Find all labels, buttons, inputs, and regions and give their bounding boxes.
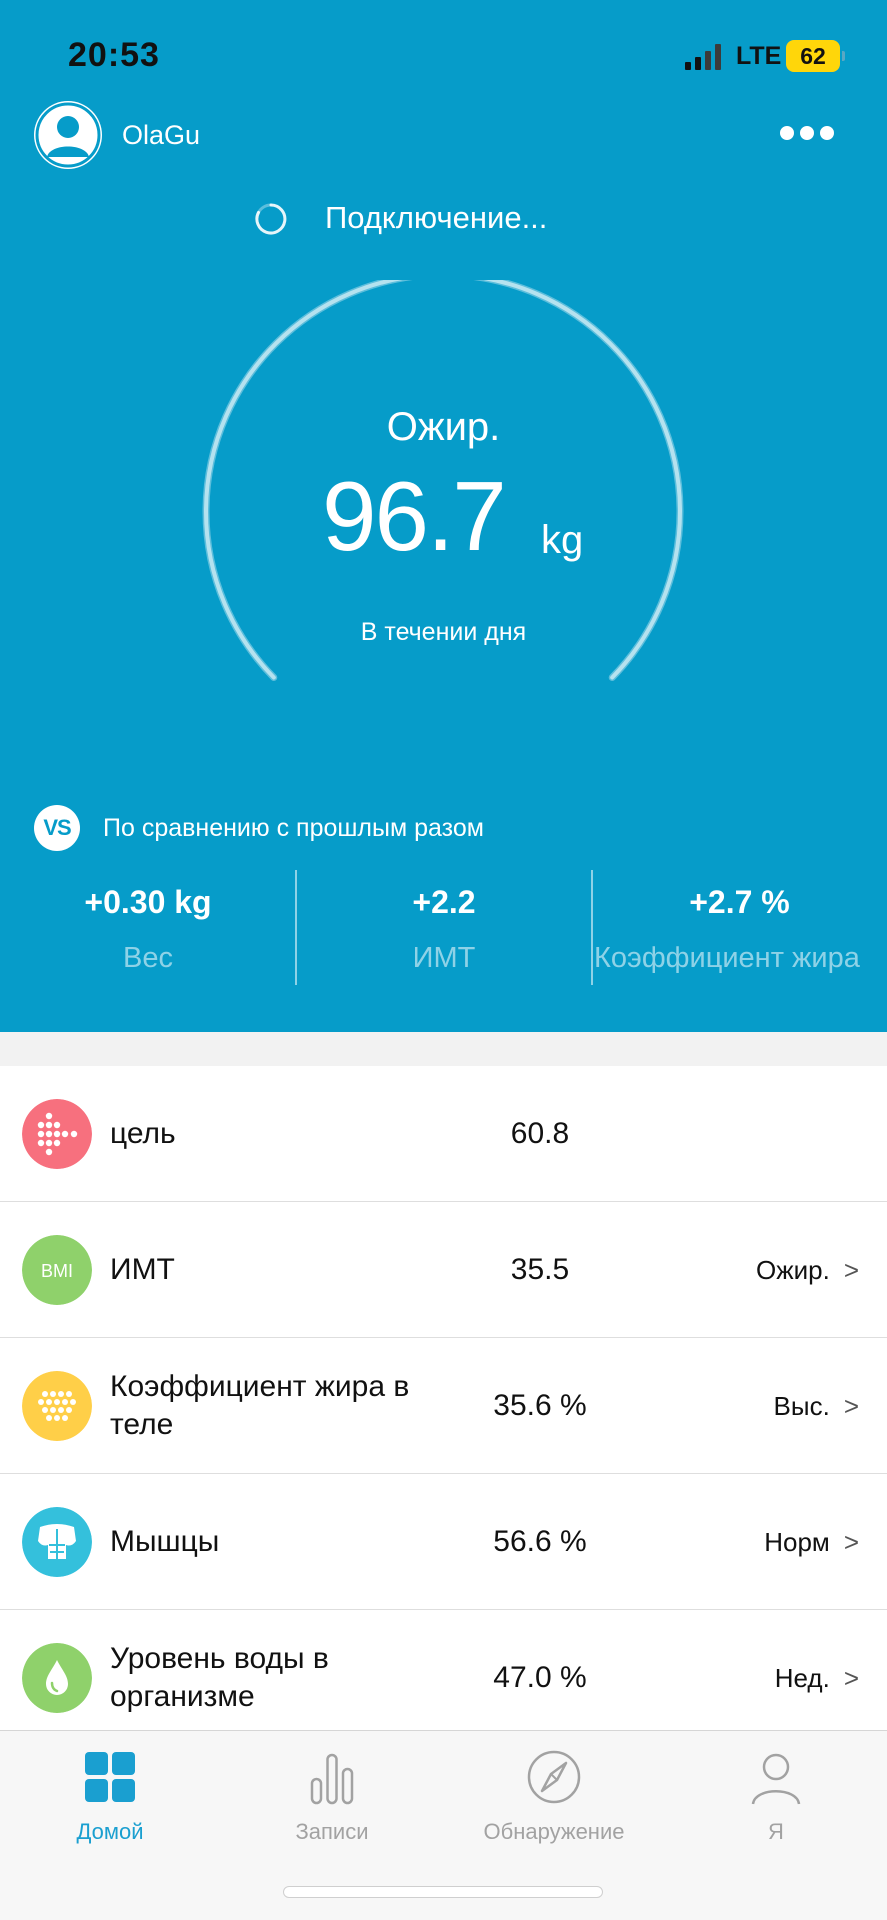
tab-records[interactable]: Записи xyxy=(222,1731,442,1871)
metric-name: Мышцы xyxy=(110,1525,220,1558)
bmi-icon: BMI xyxy=(22,1235,92,1305)
loading-spinner-icon xyxy=(255,203,287,235)
comparison-bmi: +2.2 ИМТ xyxy=(296,870,592,990)
metric-value: 60.8 xyxy=(510,1117,570,1150)
tab-me[interactable]: Я xyxy=(666,1731,886,1871)
network-type: LTE xyxy=(736,42,782,70)
chevron-right-icon: > xyxy=(843,1662,859,1693)
metric-value: 47.0 % xyxy=(493,1661,587,1694)
metrics-list: цель 60.8 BMI ИМТ 35.5 Ожир. > Коэффицие… xyxy=(0,1066,887,1746)
weight-status: Ожир. xyxy=(386,405,501,449)
avatar[interactable] xyxy=(34,101,102,169)
metric-name: цель xyxy=(110,1117,176,1150)
tab-discover[interactable]: Обнаружение xyxy=(444,1731,664,1871)
chevron-right-icon: > xyxy=(843,1254,859,1285)
more-options-icon[interactable] xyxy=(780,126,836,142)
metric-status-label: Выс. xyxy=(773,1390,830,1421)
metric-status-label: Норм xyxy=(764,1526,830,1557)
comparison-caption: Коэффициент жира xyxy=(594,942,860,974)
metric-value: 35.5 xyxy=(510,1253,570,1286)
list-item-muscle[interactable]: Мышцы 56.6 % Норм > xyxy=(0,1474,887,1610)
metric-status: Ожир. > xyxy=(756,1202,859,1338)
weight-period: В течении дня xyxy=(360,618,527,646)
home-indicator[interactable] xyxy=(283,1886,603,1898)
body-fat-icon xyxy=(22,1371,92,1441)
comparison-weight: +0.30 kg Вес xyxy=(0,870,296,990)
home-grid-icon xyxy=(85,1752,135,1802)
vs-icon: VS xyxy=(34,805,80,851)
list-item-body-fat[interactable]: Коэффициент жира в теле 35.6 % Выс. > xyxy=(0,1338,887,1474)
signal-icon xyxy=(685,44,725,70)
weight-value: 96.7 xyxy=(322,461,507,571)
battery-icon: 62 xyxy=(786,40,845,72)
tab-label: Записи xyxy=(295,1819,369,1844)
status-bar: 20:53 LTE 62 xyxy=(0,0,887,110)
list-item-water[interactable]: Уровень воды в организме 47.0 % Нед. > xyxy=(0,1610,887,1746)
chevron-right-icon: > xyxy=(843,1390,859,1421)
header-panel: 20:53 LTE 62 OlaGu Подключение... Ожир. … xyxy=(0,0,887,1032)
comparison-label: По сравнению с прошлым разом xyxy=(103,814,484,842)
list-item-bmi[interactable]: BMI ИМТ 35.5 Ожир. > xyxy=(0,1202,887,1338)
metric-status: Нед. > xyxy=(775,1610,859,1746)
water-drop-icon xyxy=(22,1643,92,1713)
metric-value: 35.6 % xyxy=(493,1389,587,1422)
metric-status: Норм > xyxy=(764,1474,859,1610)
username[interactable]: OlaGu xyxy=(122,120,200,151)
tab-home[interactable]: Домой xyxy=(0,1731,220,1871)
comparison-body-fat: +2.7 % Коэффициент жира xyxy=(592,870,887,990)
metric-name: Уровень воды в организме xyxy=(110,1642,329,1713)
chevron-right-icon: > xyxy=(843,1526,859,1557)
metric-name: Коэффициент жира в теле xyxy=(110,1370,410,1441)
comparison-value: +2.7 % xyxy=(689,884,790,920)
connection-status: Подключение... xyxy=(325,200,548,235)
tab-label: Обнаружение xyxy=(483,1819,625,1844)
tab-label: Я xyxy=(768,1819,784,1844)
compass-icon xyxy=(527,1750,581,1804)
status-time: 20:53 xyxy=(68,36,160,74)
tab-label: Домой xyxy=(76,1819,144,1844)
comparison-stats: +0.30 kg Вес +2.2 ИМТ +2.7 % Коэффициент… xyxy=(0,870,887,990)
comparison-caption: Вес xyxy=(123,942,173,974)
weight-unit: kg xyxy=(541,518,584,562)
comparison-value: +0.30 kg xyxy=(84,884,212,920)
metric-status-label: Ожир. xyxy=(755,1254,830,1285)
bar-chart-icon xyxy=(310,1753,354,1805)
list-item-goal[interactable]: цель 60.8 xyxy=(0,1066,887,1202)
comparison-value: +2.2 xyxy=(412,884,476,920)
person-icon xyxy=(751,1753,801,1805)
goal-icon xyxy=(22,1099,92,1169)
user-avatar-icon xyxy=(35,102,101,168)
svg-text:BMI: BMI xyxy=(41,1261,73,1281)
metric-name: ИМТ xyxy=(110,1253,175,1286)
metric-value: 56.6 % xyxy=(493,1525,587,1558)
comparison-caption: ИМТ xyxy=(412,942,476,974)
muscle-icon xyxy=(22,1507,92,1577)
metric-status-label: Нед. xyxy=(774,1662,830,1693)
metric-status: Выс. > xyxy=(774,1338,859,1474)
